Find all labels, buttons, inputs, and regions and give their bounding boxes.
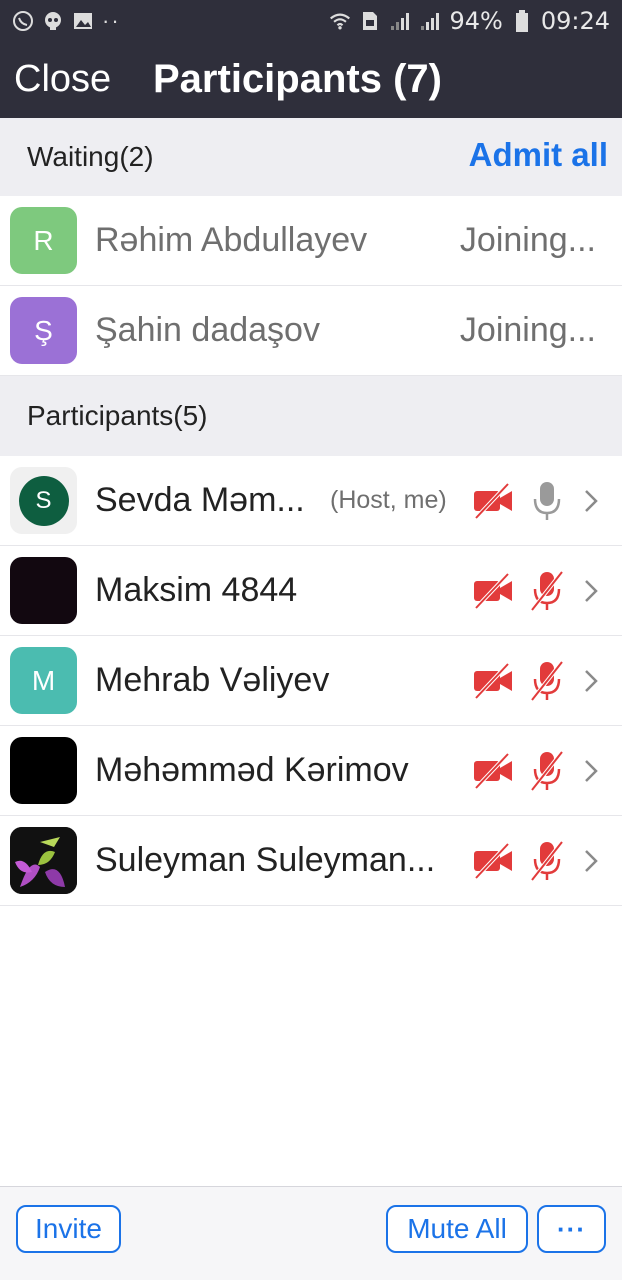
avatar	[10, 737, 77, 804]
signal-1-icon	[389, 10, 411, 32]
avatar-initial: Ş	[34, 314, 53, 346]
invite-button[interactable]: Invite	[16, 1205, 121, 1253]
avatar: R	[10, 207, 77, 274]
waiting-row[interactable]: R Rəhim Abdullayev Joining...	[0, 196, 622, 286]
chevron-right-icon[interactable]	[580, 575, 602, 607]
chevron-right-icon[interactable]	[580, 665, 602, 697]
status-right: 94% 09:24	[329, 7, 610, 35]
gallery-icon	[72, 10, 94, 32]
chevron-right-icon[interactable]	[580, 755, 602, 787]
participant-row[interactable]: Məhəmməd Kərimov	[0, 726, 622, 816]
avatar: M	[10, 647, 77, 714]
participant-name: Suleyman Suleyman...	[95, 841, 436, 879]
signal-2-icon	[419, 10, 441, 32]
participant-row[interactable]: Suleyman Suleyman...	[0, 816, 622, 906]
mic-muted-icon[interactable]	[528, 840, 566, 882]
skull-icon	[42, 10, 64, 32]
whatsapp-icon	[12, 10, 34, 32]
participants-title: Participants(5)	[27, 400, 208, 431]
avatar-initial: S	[35, 486, 52, 514]
participant-name: Maksim 4844	[95, 571, 298, 609]
chevron-right-icon[interactable]	[580, 845, 602, 877]
waiting-section-header: Waiting(2) Admit all	[0, 118, 622, 196]
video-off-icon[interactable]	[472, 840, 514, 882]
avatar-initial: R	[33, 224, 54, 256]
joining-status: Joining...	[459, 311, 596, 349]
mic-on-icon[interactable]	[528, 480, 566, 522]
avatar	[10, 827, 77, 894]
mute-all-button[interactable]: Mute All	[386, 1205, 528, 1253]
waiting-row[interactable]: Ş Şahin dadaşov Joining...	[0, 286, 622, 376]
video-off-icon[interactable]	[472, 570, 514, 612]
avatar-initial: M	[31, 664, 56, 696]
battery-icon	[511, 10, 533, 32]
participant-name: Sevda Məm...	[95, 481, 305, 519]
flower-photo-icon	[10, 827, 77, 894]
admit-all-button[interactable]: Admit all	[469, 136, 608, 174]
status-left: ··	[12, 8, 121, 34]
page-title: Participants (7)	[153, 57, 442, 101]
participant-row[interactable]: S Sevda Məm... (Host, me)	[0, 456, 622, 546]
video-off-icon[interactable]	[472, 660, 514, 702]
participant-name: Rəhim Abdullayev	[95, 221, 368, 259]
wifi-icon	[329, 10, 351, 32]
more-options-button[interactable]: ···	[537, 1205, 606, 1253]
mic-muted-icon[interactable]	[528, 570, 566, 612]
bottom-toolbar: Invite Mute All ···	[0, 1186, 622, 1280]
participant-name: Məhəmməd Kərimov	[95, 751, 409, 789]
battery-percent: 94%	[449, 7, 503, 35]
video-off-icon[interactable]	[472, 750, 514, 792]
avatar	[10, 557, 77, 624]
participant-row[interactable]: Maksim 4844	[0, 546, 622, 636]
more-dots-icon: ··	[102, 8, 121, 33]
clock: 09:24	[540, 7, 610, 35]
chevron-right-icon[interactable]	[580, 485, 602, 517]
avatar: Ş	[10, 297, 77, 364]
participant-name: Mehrab Vəliyev	[95, 661, 330, 699]
mic-muted-icon[interactable]	[528, 750, 566, 792]
sim-icon	[359, 10, 381, 32]
status-bar: ·· 94% 09:24	[0, 0, 622, 42]
avatar-circle: S	[18, 475, 69, 526]
video-off-icon[interactable]	[472, 480, 514, 522]
participant-name: Şahin dadaşov	[95, 311, 320, 349]
waiting-title: Waiting(2)	[27, 141, 154, 172]
joining-status: Joining...	[459, 221, 596, 259]
host-tag: (Host, me)	[330, 486, 447, 514]
participant-row[interactable]: M Mehrab Vəliyev	[0, 636, 622, 726]
close-button[interactable]: Close	[14, 58, 111, 101]
avatar: S	[10, 467, 77, 534]
mic-muted-icon[interactable]	[528, 660, 566, 702]
app-header: Close Participants (7)	[0, 42, 622, 118]
participants-section-header: Participants(5)	[0, 376, 622, 456]
